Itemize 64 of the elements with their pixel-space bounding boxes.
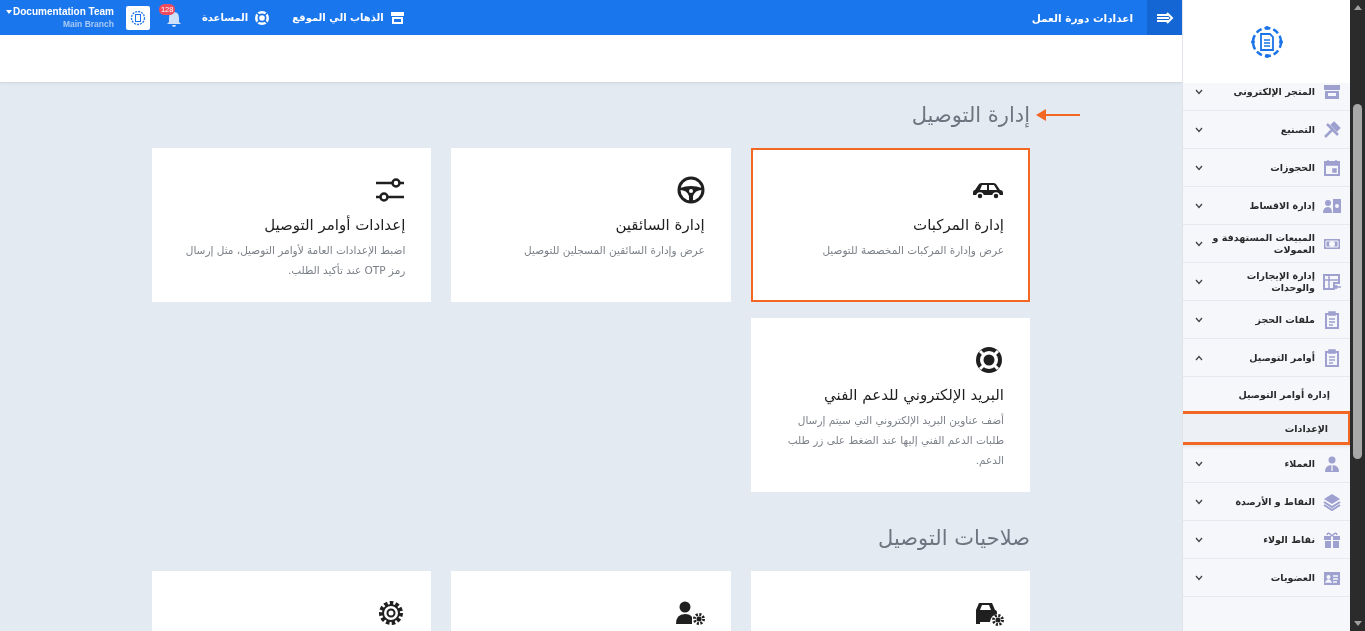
- chevron-icon: [1195, 164, 1203, 171]
- link-label: الذهاب الي الموقع: [292, 12, 384, 23]
- section-title: صلاحيات التوصيل: [878, 526, 1030, 550]
- lifebuoy-icon: [974, 345, 1004, 375]
- branch-name: Main Branch: [62, 19, 114, 29]
- chevron-icon: [1195, 88, 1203, 95]
- sidebar-item[interactable]: الحجوزات: [1183, 149, 1350, 187]
- sidebar-item[interactable]: إدارة الاقساط: [1183, 187, 1350, 225]
- card[interactable]: إدارة السائقين عرض وإدارة السائقين المسجلين للتوصيل: [451, 148, 731, 302]
- gear-icon: [377, 599, 406, 627]
- card[interactable]: إدارة المركبات عرض وإدارة المركبات المخصصة للتوصيل: [750, 148, 1030, 302]
- sidebar-toggle-button[interactable]: [1147, 0, 1182, 35]
- sidebar-item[interactable]: العضويات: [1183, 559, 1350, 597]
- gift-icon: [1323, 530, 1341, 549]
- sidebar-subitem[interactable]: الإعدادات: [1183, 411, 1350, 445]
- car-icon: [972, 181, 1004, 199]
- scrollbar[interactable]: [1350, 0, 1365, 631]
- sliders-icon: [375, 176, 406, 204]
- card-description: عرض وإدارة السائقين المسجلين للتوصيل: [523, 243, 705, 259]
- sidebar-item[interactable]: نقاط الولاء: [1183, 521, 1350, 559]
- chevron-icon: [1195, 574, 1203, 581]
- car-gear-icon: [974, 600, 1004, 626]
- sidebar-item[interactable]: المتجر الإلكترونى: [1183, 83, 1350, 111]
- chevron-icon: [1195, 354, 1203, 361]
- tools-icon: [1323, 120, 1341, 139]
- chevron-icon: [1195, 126, 1203, 133]
- page-title: اعدادات دورة العمل: [1031, 11, 1133, 24]
- chevron-icon: [1195, 278, 1203, 285]
- chevron-icon: [1195, 536, 1203, 543]
- card-description: اضبط الإعدادات العامة لأوامر التوصيل، مثل إرسال رمز OTP عند تأكيد الطلب.: [184, 243, 406, 279]
- id-icon: [1323, 196, 1341, 215]
- clipboard-icon: [1323, 348, 1341, 367]
- user-gear-icon: [674, 600, 705, 626]
- person-icon: [1323, 454, 1341, 473]
- chevron-icon: [1195, 316, 1203, 323]
- steering-wheel-icon: [676, 176, 705, 204]
- card-title: إعدادات أوامر التوصيل: [263, 216, 406, 234]
- card-description: عرض وإدارة المركبات المخصصة للتوصيل: [821, 243, 1004, 259]
- help-icon: [254, 9, 271, 26]
- layers-icon: [1323, 492, 1341, 511]
- card-title: إدارة السائقين: [614, 216, 705, 234]
- user-menu[interactable]: Documentation Team: [6, 6, 114, 17]
- sidebar-item[interactable]: إدارة الإيجارات والوحدات: [1183, 263, 1350, 301]
- section-title: إدارة التوصيل: [911, 103, 1030, 127]
- chevron-icon: [1195, 240, 1203, 247]
- store-icon: [1323, 83, 1341, 101]
- chevron-icon: [1195, 498, 1203, 505]
- card-title: إدارة المركبات: [912, 216, 1004, 234]
- card[interactable]: إعدادات أوامر التوصيل اضبط الإعدادات العامة لأوامر التوصيل، مثل إرسال رمز OTP عند تأكيد الطلب.: [152, 148, 432, 302]
- link-label: المساعدة: [201, 12, 249, 23]
- card[interactable]: البريد الإلكتروني للدعم الفني أضف عناوين البريد الإلكتروني التي سيتم إرسال طلبات الدعم الفني إليها عند الضغط على زر طلب الدعم.: [750, 318, 1030, 492]
- visit-site-link[interactable]: الذهاب الي الموقع: [292, 10, 405, 25]
- clipboard-icon: [1323, 310, 1341, 329]
- chevron-icon: [1195, 460, 1203, 467]
- caret-icon: [6, 10, 12, 15]
- store-icon: [389, 10, 405, 25]
- card-title: البريد الإلكتروني للدعم الفني: [823, 386, 1004, 404]
- menu-arrow-icon: [1155, 10, 1174, 25]
- chevron-icon: [1195, 202, 1203, 209]
- help-link[interactable]: المساعدة: [201, 9, 271, 26]
- app-logo: [1249, 24, 1284, 59]
- company-logo[interactable]: [125, 5, 150, 30]
- card-description: أضف عناوين البريد الإلكتروني التي سيتم إرسال طلبات الدعم الفني إليها عند الضغط على زر طلب الدعم.: [786, 412, 1004, 469]
- calendar-icon: [1323, 158, 1341, 177]
